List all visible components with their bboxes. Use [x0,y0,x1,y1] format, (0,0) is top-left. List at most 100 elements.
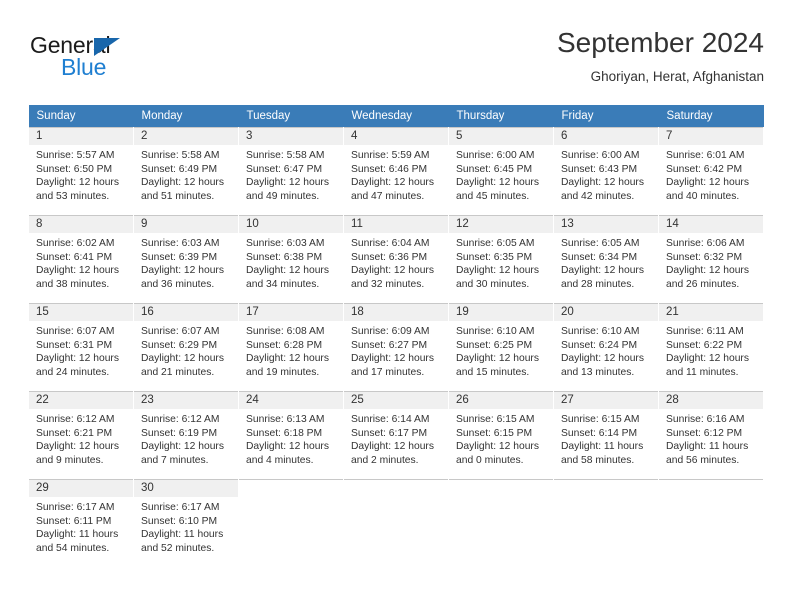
sunset-text: Sunset: 6:45 PM [456,163,533,175]
sunrise-text: Sunrise: 6:12 AM [141,414,220,425]
calendar-empty-cell [553,479,659,568]
sunrise-text: Sunrise: 6:12 AM [36,414,115,425]
daylight-text-line1: Daylight: 12 hours [246,265,329,277]
daylight-text-line1: Daylight: 12 hours [141,353,224,365]
daylight-text-line1: Daylight: 12 hours [36,265,119,277]
calendar-day-cell[interactable]: 20 Sunrise: 6:10 AM Sunset: 6:24 PM Dayligh… [553,303,659,392]
daylight-text-line1: Daylight: 12 hours [456,353,539,365]
day-number: 26 [449,392,553,409]
sunrise-text: Sunrise: 5:57 AM [36,150,115,161]
page-header: General Blue September 2024 Ghoriyan, He… [28,26,764,98]
daylight-text-line2: and 30 minutes. [456,278,530,290]
daylight-text-line1: Daylight: 12 hours [351,441,434,453]
sunrise-text: Sunrise: 6:17 AM [36,502,115,513]
daylight-text-line2: and 26 minutes. [666,278,740,290]
day-detail: Sunrise: 6:17 AM Sunset: 6:10 PM Daylight:… [134,497,238,555]
daylight-text-line2: and 32 minutes. [351,278,425,290]
daylight-text-line1: Daylight: 11 hours [141,529,224,541]
daylight-text-line1: Daylight: 12 hours [456,177,539,189]
daylight-text-line1: Daylight: 12 hours [666,265,749,277]
day-number [344,480,448,497]
day-number: 19 [449,304,553,321]
calendar-day-cell[interactable]: 8 Sunrise: 6:02 AM Sunset: 6:41 PM Daylight… [28,215,134,304]
calendar-day-cell[interactable]: 9 Sunrise: 6:03 AM Sunset: 6:39 PM Daylight… [133,215,239,304]
day-number: 29 [29,480,133,497]
sunrise-text: Sunrise: 6:10 AM [456,326,535,337]
calendar-day-cell[interactable]: 21 Sunrise: 6:11 AM Sunset: 6:22 PM Dayligh… [658,303,764,392]
daylight-text-line1: Daylight: 12 hours [561,353,644,365]
sunset-text: Sunset: 6:36 PM [351,251,428,263]
calendar-day-cell[interactable]: 27 Sunrise: 6:15 AM Sunset: 6:14 PM Dayligh… [553,391,659,480]
day-number: 15 [29,304,133,321]
calendar-day-cell[interactable]: 2 Sunrise: 5:58 AM Sunset: 6:49 PM Daylight… [133,127,239,216]
daylight-text-line2: and 34 minutes. [246,278,320,290]
day-detail: Sunrise: 6:14 AM Sunset: 6:17 PM Daylight:… [344,409,448,467]
calendar-day-cell[interactable]: 6 Sunrise: 6:00 AM Sunset: 6:43 PM Daylight… [553,127,659,216]
calendar-empty-cell [448,479,554,568]
calendar-day-cell[interactable]: 24 Sunrise: 6:13 AM Sunset: 6:18 PM Dayligh… [238,391,344,480]
calendar-day-cell[interactable]: 15 Sunrise: 6:07 AM Sunset: 6:31 PM Dayligh… [28,303,134,392]
daylight-text-line2: and 7 minutes. [141,454,209,466]
sunrise-text: Sunrise: 6:03 AM [246,238,325,249]
weekday-header-monday: Monday [133,105,239,128]
day-detail: Sunrise: 6:16 AM Sunset: 6:12 PM Daylight:… [659,409,763,467]
sunset-text: Sunset: 6:34 PM [561,251,638,263]
calendar-day-cell[interactable]: 30 Sunrise: 6:17 AM Sunset: 6:10 PM Dayligh… [133,479,239,568]
calendar-day-cell[interactable]: 29 Sunrise: 6:17 AM Sunset: 6:11 PM Dayligh… [28,479,134,568]
daylight-text-line1: Daylight: 12 hours [141,177,224,189]
daylight-text-line1: Daylight: 12 hours [561,265,644,277]
calendar-day-cell[interactable]: 19 Sunrise: 6:10 AM Sunset: 6:25 PM Dayligh… [448,303,554,392]
day-detail: Sunrise: 6:12 AM Sunset: 6:21 PM Daylight:… [29,409,133,467]
calendar-day-cell[interactable]: 5 Sunrise: 6:00 AM Sunset: 6:45 PM Daylight… [448,127,554,216]
calendar-day-cell[interactable]: 12 Sunrise: 6:05 AM Sunset: 6:35 PM Dayligh… [448,215,554,304]
calendar-day-cell[interactable]: 10 Sunrise: 6:03 AM Sunset: 6:38 PM Dayligh… [238,215,344,304]
daylight-text-line2: and 38 minutes. [36,278,110,290]
calendar-day-cell[interactable]: 1 Sunrise: 5:57 AM Sunset: 6:50 PM Daylight… [28,127,134,216]
daylight-text-line2: and 51 minutes. [141,190,215,202]
calendar-day-cell[interactable]: 22 Sunrise: 6:12 AM Sunset: 6:21 PM Dayligh… [28,391,134,480]
calendar-day-cell[interactable]: 4 Sunrise: 5:59 AM Sunset: 6:46 PM Daylight… [343,127,449,216]
sunrise-text: Sunrise: 6:07 AM [36,326,115,337]
daylight-text-line2: and 56 minutes. [666,454,740,466]
calendar-day-cell[interactable]: 14 Sunrise: 6:06 AM Sunset: 6:32 PM Dayligh… [658,215,764,304]
day-number: 6 [554,128,658,145]
sunset-text: Sunset: 6:25 PM [456,339,533,351]
day-detail [659,497,763,501]
calendar-day-cell[interactable]: 23 Sunrise: 6:12 AM Sunset: 6:19 PM Dayligh… [133,391,239,480]
calendar-day-cell[interactable]: 13 Sunrise: 6:05 AM Sunset: 6:34 PM Dayligh… [553,215,659,304]
sunset-text: Sunset: 6:11 PM [36,515,112,527]
daylight-text-line1: Daylight: 12 hours [456,265,539,277]
daylight-text-line1: Daylight: 12 hours [456,441,539,453]
daylight-text-line1: Daylight: 12 hours [666,177,749,189]
day-number: 18 [344,304,448,321]
daylight-text-line2: and 9 minutes. [36,454,104,466]
general-blue-logo[interactable]: General Blue [30,32,210,90]
day-detail: Sunrise: 6:11 AM Sunset: 6:22 PM Daylight:… [659,321,763,379]
calendar-day-cell[interactable]: 25 Sunrise: 6:14 AM Sunset: 6:17 PM Dayligh… [343,391,449,480]
weekday-header-row: Sunday Monday Tuesday Wednesday Thursday… [28,105,764,128]
calendar-week-row: 8 Sunrise: 6:02 AM Sunset: 6:41 PM Daylight… [28,215,764,304]
day-number: 2 [134,128,238,145]
calendar-day-cell[interactable]: 28 Sunrise: 6:16 AM Sunset: 6:12 PM Dayligh… [658,391,764,480]
day-number: 30 [134,480,238,497]
day-number: 24 [239,392,343,409]
day-number: 23 [134,392,238,409]
sunrise-text: Sunrise: 5:58 AM [141,150,220,161]
sunset-text: Sunset: 6:49 PM [141,163,218,175]
calendar-day-cell[interactable]: 18 Sunrise: 6:09 AM Sunset: 6:27 PM Dayligh… [343,303,449,392]
daylight-text-line2: and 45 minutes. [456,190,530,202]
calendar-day-cell[interactable]: 26 Sunrise: 6:15 AM Sunset: 6:15 PM Dayligh… [448,391,554,480]
day-detail: Sunrise: 6:04 AM Sunset: 6:36 PM Daylight:… [344,233,448,291]
calendar-day-cell[interactable]: 11 Sunrise: 6:04 AM Sunset: 6:36 PM Dayligh… [343,215,449,304]
calendar-day-cell[interactable]: 3 Sunrise: 5:58 AM Sunset: 6:47 PM Daylight… [238,127,344,216]
daylight-text-line2: and 42 minutes. [561,190,635,202]
daylight-text-line2: and 53 minutes. [36,190,110,202]
daylight-text-line1: Daylight: 12 hours [36,441,119,453]
daylight-text-line2: and 54 minutes. [36,542,110,554]
daylight-text-line2: and 36 minutes. [141,278,215,290]
daylight-text-line1: Daylight: 12 hours [666,353,749,365]
calendar-day-cell[interactable]: 7 Sunrise: 6:01 AM Sunset: 6:42 PM Daylight… [658,127,764,216]
calendar-day-cell[interactable]: 17 Sunrise: 6:08 AM Sunset: 6:28 PM Dayligh… [238,303,344,392]
calendar-day-cell[interactable]: 16 Sunrise: 6:07 AM Sunset: 6:29 PM Dayligh… [133,303,239,392]
daylight-text-line2: and 58 minutes. [561,454,635,466]
